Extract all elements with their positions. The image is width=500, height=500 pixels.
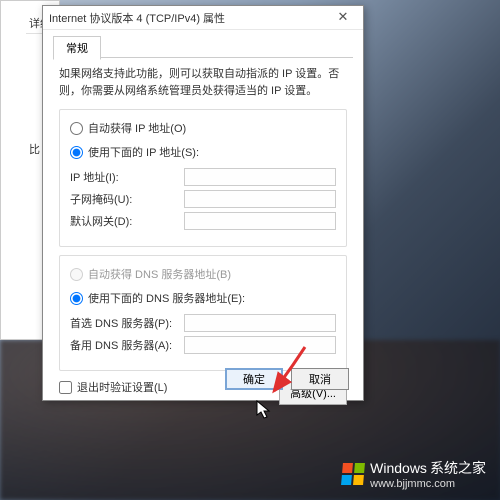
tab-strip: 常规 bbox=[53, 36, 353, 58]
ip-settings-group: 自动获得 IP 地址(O) 使用下面的 IP 地址(S): IP 地址(I): … bbox=[59, 109, 347, 247]
alternate-dns-row: 备用 DNS 服务器(A): bbox=[70, 336, 336, 354]
description-text: 如果网络支持此功能，则可以获取自动指派的 IP 设置。否则，你需要从网络系统管理… bbox=[59, 66, 347, 99]
watermark-site-cn: 系统之家 bbox=[430, 460, 486, 476]
subnet-mask-input[interactable] bbox=[184, 190, 336, 208]
dns-settings-group: 自动获得 DNS 服务器地址(B) 使用下面的 DNS 服务器地址(E): 首选… bbox=[59, 255, 347, 371]
radio-auto-ip[interactable]: 自动获得 IP 地址(O) bbox=[70, 120, 336, 136]
gateway-label: 默认网关(D): bbox=[70, 213, 184, 229]
radio-manual-dns-input[interactable] bbox=[70, 292, 83, 305]
radio-manual-ip-input[interactable] bbox=[70, 146, 83, 159]
windows-logo-icon bbox=[341, 463, 365, 485]
preferred-dns-row: 首选 DNS 服务器(P): bbox=[70, 314, 336, 332]
watermark-brand: Windows bbox=[370, 460, 427, 476]
gateway-row: 默认网关(D): bbox=[70, 212, 336, 230]
titlebar: Internet 协议版本 4 (TCP/IPv4) 属性 ✕ bbox=[43, 6, 363, 30]
radio-manual-ip-label: 使用下面的 IP 地址(S): bbox=[88, 144, 199, 160]
gateway-input[interactable] bbox=[184, 212, 336, 230]
preferred-dns-input[interactable] bbox=[184, 314, 336, 332]
watermark: Windows 系统之家 www.bjjmmc.com bbox=[342, 458, 486, 490]
radio-manual-ip[interactable]: 使用下面的 IP 地址(S): bbox=[70, 144, 336, 160]
validate-checkbox[interactable] bbox=[59, 381, 72, 394]
button-bar: 确定 取消 bbox=[225, 368, 349, 390]
preferred-dns-label: 首选 DNS 服务器(P): bbox=[70, 315, 184, 331]
dialog-title: Internet 协议版本 4 (TCP/IPv4) 属性 bbox=[49, 10, 329, 26]
radio-auto-dns-input bbox=[70, 268, 83, 281]
radio-auto-ip-input[interactable] bbox=[70, 122, 83, 135]
ip-address-input[interactable] bbox=[184, 168, 336, 186]
close-button[interactable]: ✕ bbox=[329, 8, 357, 28]
radio-manual-dns[interactable]: 使用下面的 DNS 服务器地址(E): bbox=[70, 290, 336, 306]
ip-address-row: IP 地址(I): bbox=[70, 168, 336, 186]
ip-address-label: IP 地址(I): bbox=[70, 169, 184, 185]
validate-label: 退出时验证设置(L) bbox=[77, 379, 167, 395]
ok-button[interactable]: 确定 bbox=[225, 368, 283, 390]
watermark-url: www.bjjmmc.com bbox=[370, 478, 486, 490]
watermark-text: Windows 系统之家 www.bjjmmc.com bbox=[370, 458, 486, 490]
radio-auto-ip-label: 自动获得 IP 地址(O) bbox=[88, 120, 186, 136]
subnet-mask-row: 子网掩码(U): bbox=[70, 190, 336, 208]
parent-label-2: 比 bbox=[29, 141, 40, 157]
cancel-button[interactable]: 取消 bbox=[291, 368, 349, 390]
radio-auto-dns-label: 自动获得 DNS 服务器地址(B) bbox=[88, 266, 231, 282]
tcpip-properties-dialog: Internet 协议版本 4 (TCP/IPv4) 属性 ✕ 常规 如果网络支… bbox=[42, 5, 364, 401]
alternate-dns-input[interactable] bbox=[184, 336, 336, 354]
radio-auto-dns: 自动获得 DNS 服务器地址(B) bbox=[70, 266, 336, 282]
subnet-mask-label: 子网掩码(U): bbox=[70, 191, 184, 207]
alternate-dns-label: 备用 DNS 服务器(A): bbox=[70, 337, 184, 353]
dialog-content: 如果网络支持此功能，则可以获取自动指派的 IP 设置。否则，你需要从网络系统管理… bbox=[43, 58, 363, 413]
tab-general[interactable]: 常规 bbox=[53, 36, 101, 60]
radio-manual-dns-label: 使用下面的 DNS 服务器地址(E): bbox=[88, 290, 245, 306]
